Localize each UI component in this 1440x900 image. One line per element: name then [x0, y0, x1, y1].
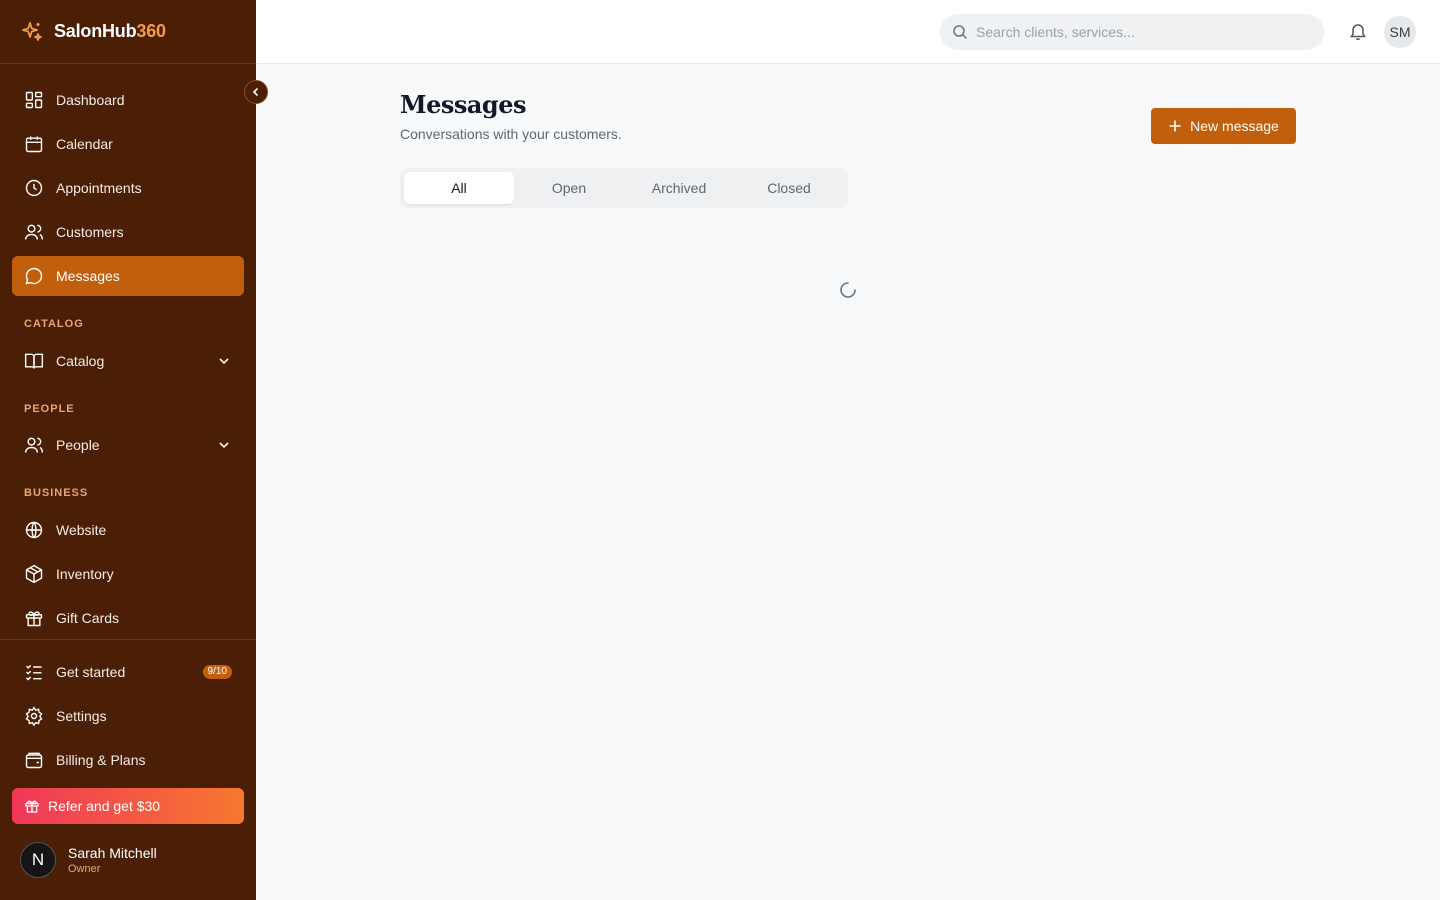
- tab-closed[interactable]: Closed: [734, 172, 844, 204]
- sparkle-logo-icon: [22, 21, 42, 41]
- checklist-icon: [25, 664, 42, 681]
- section-label-business: BUSINESS: [24, 487, 89, 499]
- page-subtitle: Conversations with your customers.: [400, 126, 622, 142]
- user-name: Sarah Mitchell: [68, 845, 157, 861]
- tab-all[interactable]: All: [404, 172, 514, 204]
- sidebar-item-messages[interactable]: Messages: [12, 256, 244, 296]
- filter-tabs: All Open Archived Closed: [400, 168, 848, 208]
- message-icon: [25, 267, 43, 285]
- avatar: N: [20, 842, 56, 878]
- box-icon: [25, 564, 43, 584]
- brand-name: SalonHub360: [54, 21, 166, 41]
- sidebar-item-dashboard[interactable]: Dashboard: [12, 80, 244, 120]
- section-label-people: PEOPLE: [24, 403, 75, 415]
- search-input[interactable]: [976, 24, 1306, 40]
- chevron-down-icon: [219, 358, 229, 365]
- page-title: Messages: [400, 90, 526, 119]
- sidebar-item-customers[interactable]: Customers: [12, 212, 244, 252]
- chevron-left-icon: [252, 87, 259, 97]
- sidebar-item-inventory[interactable]: Inventory: [12, 554, 244, 594]
- refer-button[interactable]: Refer and get $30: [12, 788, 244, 824]
- user-avatar[interactable]: SM: [1384, 16, 1416, 48]
- sidebar-item-gift-cards[interactable]: Gift Cards: [12, 598, 244, 638]
- tab-open[interactable]: Open: [514, 172, 624, 204]
- sidebar-item-label: People: [56, 437, 100, 453]
- user-profile[interactable]: N Sarah Mitchell Owner: [20, 842, 157, 878]
- sidebar-item-label: Messages: [56, 268, 120, 284]
- sidebar-item-label: Catalog: [56, 353, 105, 369]
- section-label-catalog: CATALOG: [24, 318, 84, 330]
- new-message-label: New message: [1190, 118, 1279, 134]
- sidebar-item-label: Gift Cards: [56, 610, 120, 626]
- tab-archived[interactable]: Archived: [624, 172, 734, 204]
- dashboard-icon: [25, 91, 43, 109]
- user-role: Owner: [68, 863, 101, 875]
- plus-icon: [1169, 120, 1181, 132]
- gift-icon: [25, 611, 43, 627]
- top-bar: SM: [256, 0, 1440, 64]
- sidebar-item-label: Get started: [56, 664, 126, 680]
- sidebar-item-catalog[interactable]: Catalog: [12, 341, 244, 381]
- sidebar: SalonHub360 Dashboard Calendar Appointme…: [0, 0, 256, 900]
- sidebar-item-label: Inventory: [56, 566, 114, 582]
- gear-icon: [25, 706, 43, 726]
- collapse-sidebar-button[interactable]: [244, 80, 268, 104]
- wallet-icon: [25, 752, 43, 769]
- sidebar-item-label: Settings: [56, 708, 107, 724]
- new-message-button[interactable]: New message: [1151, 108, 1296, 144]
- sidebar-divider: [0, 639, 256, 640]
- globe-icon: [25, 521, 43, 539]
- calendar-icon: [25, 136, 43, 153]
- refer-label: Refer and get $30: [48, 798, 161, 814]
- sidebar-item-billing[interactable]: Billing & Plans: [12, 740, 244, 780]
- users-icon: [24, 437, 44, 453]
- sidebar-item-label: Appointments: [56, 180, 142, 196]
- clock-icon: [25, 179, 43, 197]
- search-icon: [953, 25, 968, 40]
- gift-icon: [25, 800, 39, 813]
- sidebar-item-label: Dashboard: [56, 92, 125, 108]
- search-box[interactable]: [940, 14, 1324, 50]
- sidebar-item-calendar[interactable]: Calendar: [12, 124, 244, 164]
- sidebar-item-label: Calendar: [56, 136, 113, 152]
- sidebar-item-label: Customers: [56, 224, 124, 240]
- sidebar-item-people[interactable]: People: [12, 425, 244, 465]
- sidebar-item-get-started[interactable]: Get started 9/10: [12, 652, 244, 692]
- brand[interactable]: SalonHub360: [0, 0, 256, 64]
- bell-icon[interactable]: [1348, 22, 1368, 42]
- progress-badge: 9/10: [202, 665, 232, 679]
- chevron-down-icon: [219, 442, 229, 449]
- loading-spinner-icon: [840, 282, 856, 298]
- sidebar-item-appointments[interactable]: Appointments: [12, 168, 244, 208]
- users-icon: [24, 224, 44, 240]
- sidebar-item-settings[interactable]: Settings: [12, 696, 244, 736]
- sidebar-item-label: Billing & Plans: [56, 752, 146, 768]
- book-icon: [24, 353, 44, 369]
- sidebar-item-label: Website: [56, 522, 107, 538]
- sidebar-item-website[interactable]: Website: [12, 510, 244, 550]
